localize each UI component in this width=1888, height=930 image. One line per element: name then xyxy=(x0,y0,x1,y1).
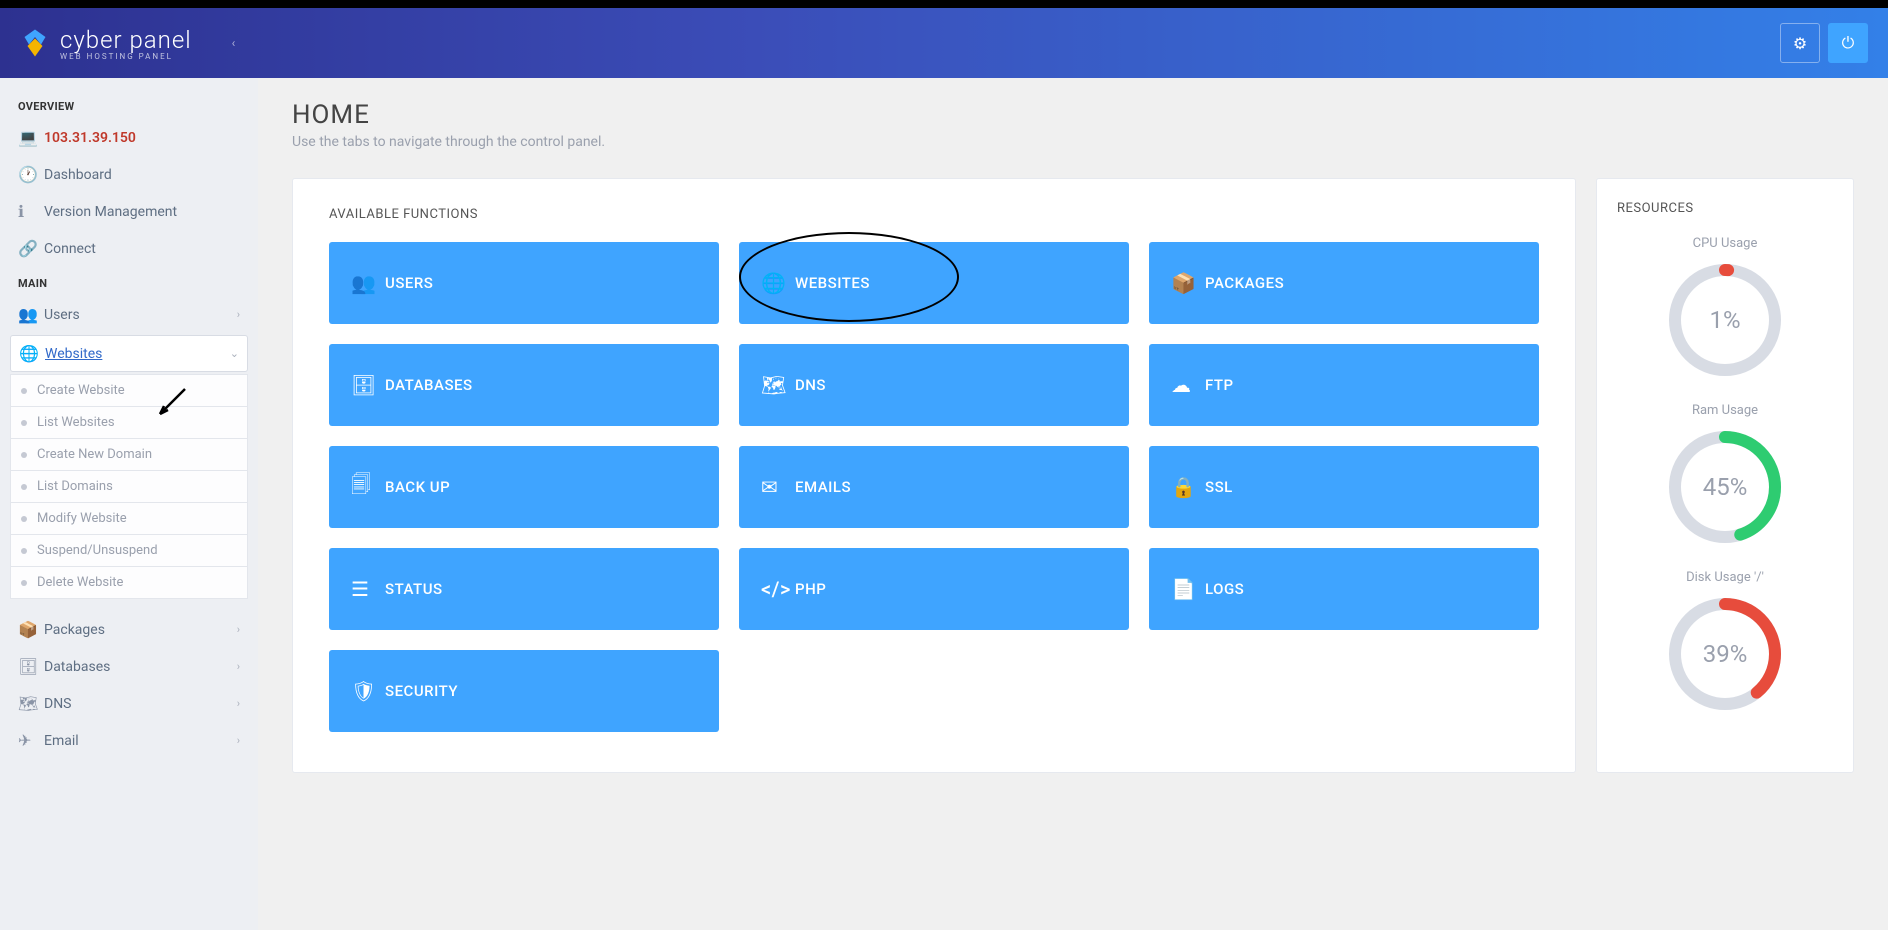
sidebar-item-version[interactable]: ℹVersion Management xyxy=(0,193,258,230)
subnav-create-website[interactable]: Create Website xyxy=(10,374,248,407)
subnav-delete-website[interactable]: Delete Website xyxy=(10,567,248,599)
nav-heading-main: MAIN xyxy=(0,267,258,296)
sidebar-item-packages[interactable]: 📦Packages› xyxy=(0,611,258,648)
sitemap-icon: 🗺 xyxy=(761,373,795,397)
bullet-icon xyxy=(21,452,27,458)
bullet-icon xyxy=(21,388,27,394)
chevron-right-icon: › xyxy=(237,660,240,673)
subnav-suspend[interactable]: Suspend/Unsuspend xyxy=(10,535,248,567)
sidebar-item-dns[interactable]: 🗺DNS› xyxy=(0,685,258,722)
subnav-create-domain[interactable]: Create New Domain xyxy=(10,439,248,471)
subnav-list-domains[interactable]: List Domains xyxy=(10,471,248,503)
gauge-cpu: CPU Usage 1% xyxy=(1617,236,1833,379)
websites-submenu: Create Website List Websites Create New … xyxy=(10,374,248,599)
gauge-ram: Ram Usage 45% xyxy=(1617,403,1833,546)
chevron-right-icon: › xyxy=(237,623,240,636)
subnav-modify-website[interactable]: Modify Website xyxy=(10,503,248,535)
sidebar-item-users[interactable]: 👥Users› xyxy=(0,296,258,333)
sidebar-collapse-button[interactable]: ‹ xyxy=(232,36,236,50)
code-icon: </> xyxy=(761,577,795,601)
users-icon: 👥 xyxy=(18,305,44,324)
email-icon: ✈ xyxy=(18,731,44,750)
dns-icon: 🗺 xyxy=(18,694,44,713)
main-content: HOME Use the tabs to navigate through th… xyxy=(258,78,1888,930)
tile-emails[interactable]: ✉EMAILS xyxy=(739,446,1129,528)
globe-icon: 🌐 xyxy=(761,271,795,295)
tile-status[interactable]: ☰STATUS xyxy=(329,548,719,630)
database-icon: 🗄 xyxy=(18,657,44,676)
page-subtitle: Use the tabs to navigate through the con… xyxy=(292,134,1854,150)
gauge-disk: Disk Usage '/' 39% xyxy=(1617,570,1833,713)
bullet-icon xyxy=(21,484,27,490)
gauge-disk-value: 39% xyxy=(1703,640,1748,668)
resources-heading: RESOURCES xyxy=(1617,201,1833,216)
chevron-down-icon: ⌄ xyxy=(230,347,239,360)
chevron-right-icon: › xyxy=(237,734,240,747)
globe-icon: 🌐 xyxy=(19,344,45,363)
logo-icon xyxy=(20,28,50,58)
subnav-list-websites[interactable]: List Websites xyxy=(10,407,248,439)
tile-backup[interactable]: 🗐BACK UP xyxy=(329,446,719,528)
resources-card: RESOURCES CPU Usage 1% Ram Usage 45% Dis… xyxy=(1596,178,1854,773)
users-icon: 👥 xyxy=(351,271,385,295)
packages-icon: 📦 xyxy=(18,620,44,639)
chevron-right-icon: › xyxy=(237,308,240,321)
tile-php[interactable]: </>PHP xyxy=(739,548,1129,630)
sidebar-item-websites[interactable]: 🌐Websites⌄ xyxy=(10,335,248,372)
page-title: HOME xyxy=(292,100,1854,130)
tile-websites[interactable]: 🌐WEBSITES xyxy=(739,242,1129,324)
tile-users[interactable]: 👥USERS xyxy=(329,242,719,324)
tile-ftp[interactable]: ☁FTP xyxy=(1149,344,1539,426)
cloud-upload-icon: ☁ xyxy=(1171,373,1205,397)
bullet-icon xyxy=(21,516,27,522)
settings-button[interactable]: ⚙ xyxy=(1780,23,1820,63)
tile-dns[interactable]: 🗺DNS xyxy=(739,344,1129,426)
dashboard-icon: 🕐 xyxy=(18,165,44,184)
lock-icon: 🔒 xyxy=(1171,475,1205,499)
envelope-icon: ✉ xyxy=(761,475,795,499)
gauge-ram-value: 45% xyxy=(1703,473,1748,501)
nav-heading-overview: OVERVIEW xyxy=(0,90,258,119)
sidebar-item-ip[interactable]: 💻103.31.39.150 xyxy=(0,119,258,156)
functions-card: AVAILABLE FUNCTIONS 👥USERS 🌐WEBSITES 📦PA… xyxy=(292,178,1576,773)
bullet-icon xyxy=(21,548,27,554)
server-icon: ☰ xyxy=(351,577,385,601)
database-icon: 🗄 xyxy=(351,373,385,397)
bullet-icon xyxy=(21,420,27,426)
logo-text: cyber panel xyxy=(60,26,192,54)
sidebar: OVERVIEW 💻103.31.39.150 🕐Dashboard ℹVers… xyxy=(0,78,258,930)
sidebar-item-connect[interactable]: 🔗Connect xyxy=(0,230,258,267)
gauge-cpu-value: 1% xyxy=(1709,306,1740,334)
laptop-icon: 💻 xyxy=(18,128,44,147)
link-icon: 🔗 xyxy=(18,239,44,258)
file-icon: 📄 xyxy=(1171,577,1205,601)
sidebar-item-databases[interactable]: 🗄Databases› xyxy=(0,648,258,685)
logo[interactable]: cyber panel WEB HOSTING PANEL xyxy=(20,26,192,61)
logo-tagline: WEB HOSTING PANEL xyxy=(60,52,192,61)
tile-ssl[interactable]: 🔒SSL xyxy=(1149,446,1539,528)
sidebar-item-dashboard[interactable]: 🕐Dashboard xyxy=(0,156,258,193)
info-icon: ℹ xyxy=(18,202,44,221)
power-icon: ⏻ xyxy=(1842,33,1855,53)
sidebar-item-email[interactable]: ✈Email› xyxy=(0,722,258,759)
shield-icon: 🛡 xyxy=(351,679,385,703)
tile-logs[interactable]: 📄LOGS xyxy=(1149,548,1539,630)
packages-icon: 📦 xyxy=(1171,271,1205,295)
power-button[interactable]: ⏻ xyxy=(1828,23,1868,63)
copy-icon: 🗐 xyxy=(351,470,385,504)
functions-heading: AVAILABLE FUNCTIONS xyxy=(329,207,1539,222)
gear-icon: ⚙ xyxy=(1793,34,1807,53)
tile-databases[interactable]: 🗄DATABASES xyxy=(329,344,719,426)
header-bar: cyber panel WEB HOSTING PANEL ‹ ⚙ ⏻ xyxy=(0,0,1888,78)
tile-packages[interactable]: 📦PACKAGES xyxy=(1149,242,1539,324)
tile-security[interactable]: 🛡SECURITY xyxy=(329,650,719,732)
bullet-icon xyxy=(21,580,27,586)
chevron-right-icon: › xyxy=(237,697,240,710)
